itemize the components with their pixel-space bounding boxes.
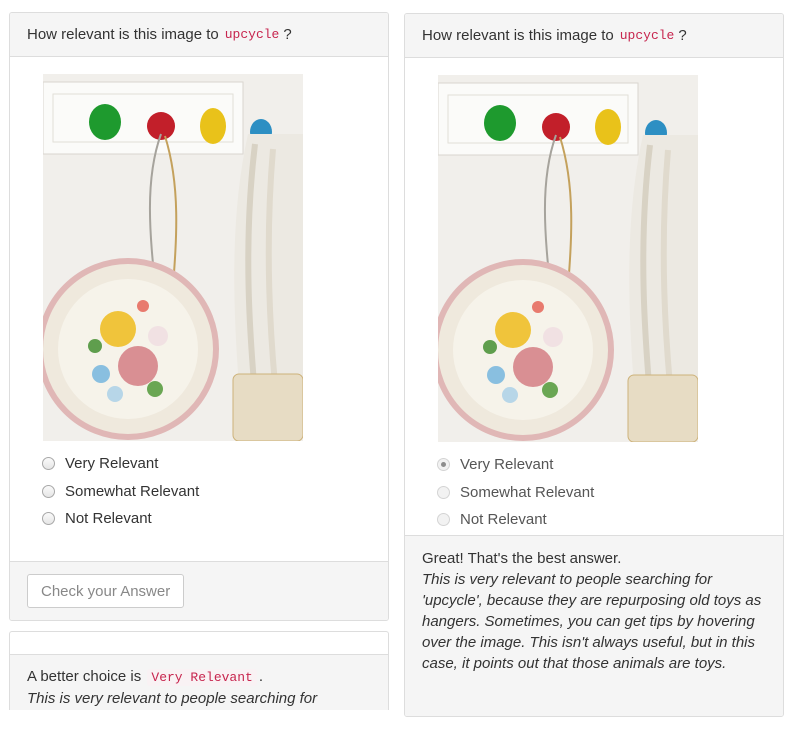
option-label: Very Relevant: [460, 456, 554, 474]
keyword-code: upcycle: [619, 28, 675, 43]
feedback-panel: Great! That's the best answer. This is v…: [405, 535, 783, 716]
question-text: How relevant is this image to: [422, 27, 614, 44]
radio-very-relevant[interactable]: [42, 457, 55, 471]
upcycle-photo-illustration: [438, 75, 698, 442]
feedback-explanation: This is very relevant to people searchin…: [422, 571, 762, 672]
option-label: Very Relevant: [65, 455, 159, 473]
feedback-title: Great! That's the best answer.: [422, 550, 622, 567]
question-text: How relevant is this image to: [27, 26, 219, 43]
option-label: Somewhat Relevant: [460, 483, 595, 501]
question-header: How relevant is this image to upcycle ?: [10, 13, 388, 57]
feedback-prefix: A better choice is: [27, 668, 142, 685]
option-very-relevant[interactable]: Very Relevant: [42, 450, 199, 478]
radio-somewhat-relevant[interactable]: [437, 485, 450, 499]
option-very-relevant[interactable]: Very Relevant: [437, 451, 594, 479]
keyword-code: upcycle: [224, 27, 280, 42]
question-suffix: ?: [283, 26, 292, 43]
upcycle-image[interactable]: [438, 75, 698, 442]
radio-somewhat-relevant[interactable]: [42, 484, 55, 498]
radio-not-relevant[interactable]: [437, 513, 450, 527]
upcycle-image[interactable]: [43, 74, 303, 441]
question-card-right: How relevant is this image to upcycle ?: [404, 13, 784, 717]
feedback-explanation: This is very relevant to people searchin…: [27, 690, 318, 707]
check-answer-button[interactable]: Check your Answer: [27, 574, 185, 608]
card-footer: Check your Answer: [10, 561, 388, 620]
question-suffix: ?: [678, 27, 687, 44]
option-not-relevant[interactable]: Not Relevant: [42, 505, 199, 533]
question-card-left: How relevant is this image to upcycle ?: [9, 12, 389, 621]
answer-options: Very Relevant Somewhat Relevant Not Rele…: [42, 450, 199, 533]
radio-very-relevant-selected[interactable]: [437, 458, 450, 472]
feedback-card-left: A better choice is Very Relevant. This i…: [9, 631, 389, 710]
feedback-panel: A better choice is Very Relevant. This i…: [10, 654, 388, 710]
answer-options: Very Relevant Somewhat Relevant Not Rele…: [437, 451, 594, 534]
option-somewhat-relevant[interactable]: Somewhat Relevant: [437, 479, 594, 507]
option-label: Not Relevant: [65, 510, 152, 528]
feedback-suffix: .: [258, 668, 263, 685]
option-label: Somewhat Relevant: [65, 482, 200, 500]
feedback-answer-code: Very Relevant: [147, 669, 257, 686]
question-header: How relevant is this image to upcycle ?: [405, 14, 783, 58]
radio-not-relevant[interactable]: [42, 512, 55, 526]
option-somewhat-relevant[interactable]: Somewhat Relevant: [42, 478, 199, 506]
feedback-answer-line: A better choice is Very Relevant.: [27, 666, 371, 688]
option-not-relevant[interactable]: Not Relevant: [437, 506, 594, 534]
upcycle-photo-illustration: [43, 74, 303, 441]
option-label: Not Relevant: [460, 511, 547, 529]
